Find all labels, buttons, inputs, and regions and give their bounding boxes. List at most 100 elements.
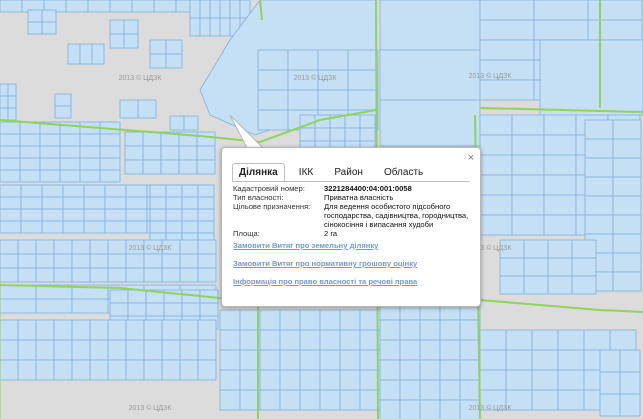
parcel[interactable] (299, 389, 321, 411)
parcel[interactable] (196, 131, 216, 147)
parcel[interactable] (160, 145, 180, 161)
parcel[interactable] (27, 21, 43, 35)
parcel[interactable] (339, 389, 361, 411)
parcel[interactable] (0, 267, 19, 283)
parcel[interactable] (0, 83, 9, 97)
parcel[interactable] (557, 369, 585, 391)
parcel[interactable] (35, 339, 55, 361)
parcel[interactable] (41, 208, 64, 222)
order-valuation-extract-link[interactable]: Замовити Витяг про нормативну грошову оц… (233, 259, 417, 268)
parcel[interactable] (612, 138, 642, 159)
parcel[interactable] (83, 196, 106, 210)
parcel[interactable] (543, 114, 577, 136)
parcel[interactable] (257, 49, 289, 71)
parcel[interactable] (165, 184, 183, 198)
parcel[interactable] (344, 114, 361, 129)
parcel[interactable] (419, 319, 441, 341)
parcel[interactable] (619, 371, 641, 395)
parcel[interactable] (584, 214, 614, 235)
parcel[interactable] (178, 159, 198, 175)
parcel[interactable] (0, 95, 9, 109)
parcel[interactable] (339, 329, 361, 351)
parcel[interactable] (89, 319, 109, 341)
parcel[interactable] (259, 389, 281, 411)
parcel[interactable] (99, 169, 121, 183)
parcel[interactable] (219, 0, 231, 19)
tab-parcel[interactable]: Ділянка (232, 163, 285, 181)
parcel[interactable] (161, 319, 181, 341)
parcel[interactable] (531, 329, 559, 351)
parcel[interactable] (584, 138, 614, 159)
parcel[interactable] (149, 220, 167, 234)
parcel[interactable] (179, 267, 199, 283)
parcel[interactable] (59, 145, 81, 159)
parcel[interactable] (0, 253, 19, 269)
parcel[interactable] (161, 267, 181, 283)
parcel[interactable] (379, 359, 401, 381)
parcel[interactable] (219, 349, 241, 371)
parcel[interactable] (399, 359, 421, 381)
parcel[interactable] (71, 267, 91, 283)
parcel[interactable] (161, 253, 181, 269)
parcel[interactable] (59, 133, 81, 147)
parcel[interactable] (612, 214, 642, 235)
parcel[interactable] (459, 379, 481, 401)
parcel[interactable] (35, 253, 55, 269)
parcel[interactable] (104, 208, 127, 222)
parcel[interactable] (20, 196, 43, 210)
parcel[interactable] (197, 196, 215, 210)
parcel[interactable] (359, 114, 376, 129)
parcel[interactable] (359, 127, 376, 142)
parcel[interactable] (79, 145, 101, 159)
parcel[interactable] (557, 329, 585, 351)
parcel[interactable] (71, 339, 91, 361)
parcel[interactable] (584, 176, 614, 197)
parcel[interactable] (160, 159, 180, 175)
parcel[interactable] (41, 196, 64, 210)
parcel[interactable] (539, 39, 643, 116)
parcel[interactable] (39, 145, 61, 159)
parcel[interactable] (79, 133, 101, 147)
parcel[interactable] (571, 257, 597, 277)
parcel[interactable] (145, 302, 165, 317)
parcel[interactable] (119, 99, 139, 119)
parcel[interactable] (279, 309, 301, 331)
tab-district[interactable]: Район (327, 163, 370, 181)
parcel[interactable] (0, 339, 19, 361)
parcel[interactable] (124, 145, 144, 161)
parcel[interactable] (533, 0, 589, 21)
parcel[interactable] (165, 53, 183, 69)
parcel[interactable] (339, 369, 361, 391)
parcel[interactable] (183, 115, 199, 131)
parcel[interactable] (142, 131, 162, 147)
parcel[interactable] (35, 319, 55, 341)
parcel[interactable] (7, 95, 17, 109)
parcel[interactable] (543, 194, 577, 216)
parcel[interactable] (124, 131, 144, 147)
parcel[interactable] (125, 196, 148, 210)
tab-ikk[interactable]: ІКК (292, 163, 320, 181)
parcel[interactable] (257, 89, 289, 111)
parcel[interactable] (587, 19, 643, 41)
parcel[interactable] (499, 257, 525, 277)
parcel[interactable] (299, 329, 321, 351)
parcel[interactable] (41, 220, 64, 234)
parcel[interactable] (479, 134, 513, 156)
parcel[interactable] (479, 0, 535, 21)
parcel[interactable] (179, 319, 199, 341)
parcel[interactable] (543, 174, 577, 196)
parcel[interactable] (109, 0, 133, 13)
parcel[interactable] (299, 127, 316, 142)
parcel[interactable] (511, 134, 545, 156)
parcel[interactable] (179, 239, 199, 255)
parcel[interactable] (149, 184, 167, 198)
parcel[interactable] (35, 359, 55, 381)
parcel[interactable] (197, 208, 215, 222)
parcel[interactable] (53, 319, 73, 341)
parcel[interactable] (523, 257, 549, 277)
parcel[interactable] (0, 133, 21, 147)
parcel[interactable] (41, 9, 57, 23)
parcel[interactable] (165, 208, 183, 222)
parcel[interactable] (505, 349, 533, 371)
parcel[interactable] (209, 17, 221, 37)
